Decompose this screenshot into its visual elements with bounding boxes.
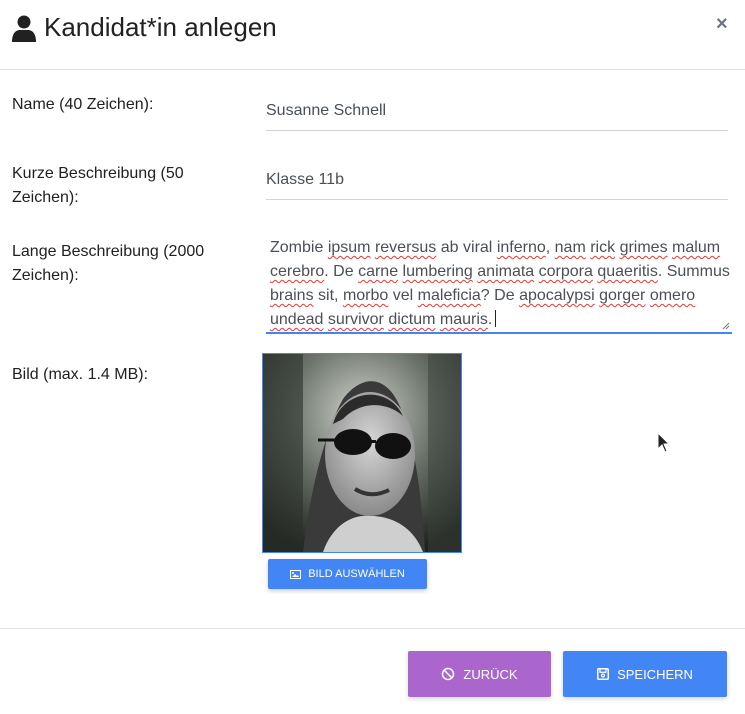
select-image-button[interactable]: BILD AUSWÄHLEN bbox=[268, 559, 427, 589]
long-description-word: sit, bbox=[318, 287, 339, 304]
candidate-photo bbox=[262, 353, 462, 553]
image-label: Bild (max. 1.4 MB): bbox=[12, 366, 149, 383]
name-label: Name (40 Zeichen): bbox=[12, 96, 154, 113]
long-description-word: ab bbox=[440, 239, 459, 256]
long-description-word: nam bbox=[554, 239, 586, 256]
close-icon[interactable]: × bbox=[716, 13, 728, 36]
long-description-word: rick bbox=[590, 239, 616, 256]
long-description-textarea[interactable]: Zombie ipsum reversus ab viral inferno, … bbox=[266, 236, 732, 334]
dialog-footer: ZURÜCK SPEICHERN bbox=[0, 628, 745, 714]
long-description-word: survivor bbox=[327, 311, 384, 328]
back-button[interactable]: ZURÜCK bbox=[408, 651, 551, 697]
select-image-label: BILD AUSWÄHLEN bbox=[308, 568, 405, 580]
long-description-word: grimes bbox=[619, 239, 668, 256]
long-description-word: omero bbox=[649, 287, 696, 304]
mouse-pointer-icon bbox=[657, 432, 671, 453]
long-description-word: viral bbox=[463, 239, 493, 256]
long-description-label: Lange Beschreibung (2000 Zeichen): bbox=[12, 243, 205, 284]
image-icon bbox=[290, 569, 302, 579]
short-description-field-wrapper bbox=[266, 161, 728, 200]
long-description-word: corpora bbox=[538, 263, 593, 280]
dialog-header: Kandidat*in anlegen × bbox=[0, 0, 745, 70]
long-description-word: inferno, bbox=[496, 239, 551, 256]
short-description-label: Kurze Beschreibung (50 Zeichen): bbox=[12, 165, 184, 206]
long-description-word: maleficia? bbox=[417, 287, 490, 304]
long-description-word: undead bbox=[270, 311, 324, 328]
long-description-word: Zombie bbox=[270, 239, 324, 256]
long-description-word: cerebro. bbox=[270, 263, 329, 280]
long-description-word: ipsum bbox=[327, 239, 371, 256]
save-icon bbox=[597, 668, 610, 680]
long-description-word: Summus bbox=[666, 263, 730, 280]
long-description-word: lumbering bbox=[402, 263, 473, 280]
text-caret bbox=[495, 310, 497, 327]
long-description-word: vel bbox=[392, 287, 414, 304]
save-label: SPEICHERN bbox=[617, 666, 693, 682]
long-description-word: brains bbox=[270, 287, 314, 304]
long-description-word: animata bbox=[477, 263, 535, 280]
long-description-word: De bbox=[333, 263, 354, 280]
long-description-word: gorger bbox=[599, 287, 646, 304]
name-field-wrapper bbox=[266, 92, 728, 131]
dialog-title: Kandidat*in anlegen bbox=[44, 12, 277, 42]
long-description-word: quaeritis. bbox=[597, 263, 663, 280]
name-field[interactable] bbox=[266, 92, 728, 130]
short-description-field[interactable] bbox=[266, 161, 728, 199]
long-description-word: reversus bbox=[374, 239, 437, 256]
long-description-text[interactable]: Zombie ipsum reversus ab viral inferno, … bbox=[270, 236, 730, 332]
resize-handle-icon[interactable] bbox=[722, 322, 730, 330]
long-description-word: morbo bbox=[342, 287, 389, 304]
long-description-word: apocalypsi bbox=[519, 287, 595, 304]
long-description-word: De bbox=[494, 287, 515, 304]
back-label: ZURÜCK bbox=[463, 666, 518, 682]
long-description-word: mauris. bbox=[439, 311, 493, 328]
save-button[interactable]: SPEICHERN bbox=[563, 651, 727, 697]
long-description-word: carne bbox=[358, 263, 399, 280]
long-description-word: malum bbox=[672, 239, 721, 256]
ban-icon bbox=[442, 667, 455, 681]
user-icon bbox=[12, 15, 36, 42]
long-description-word: dictum bbox=[388, 311, 436, 328]
